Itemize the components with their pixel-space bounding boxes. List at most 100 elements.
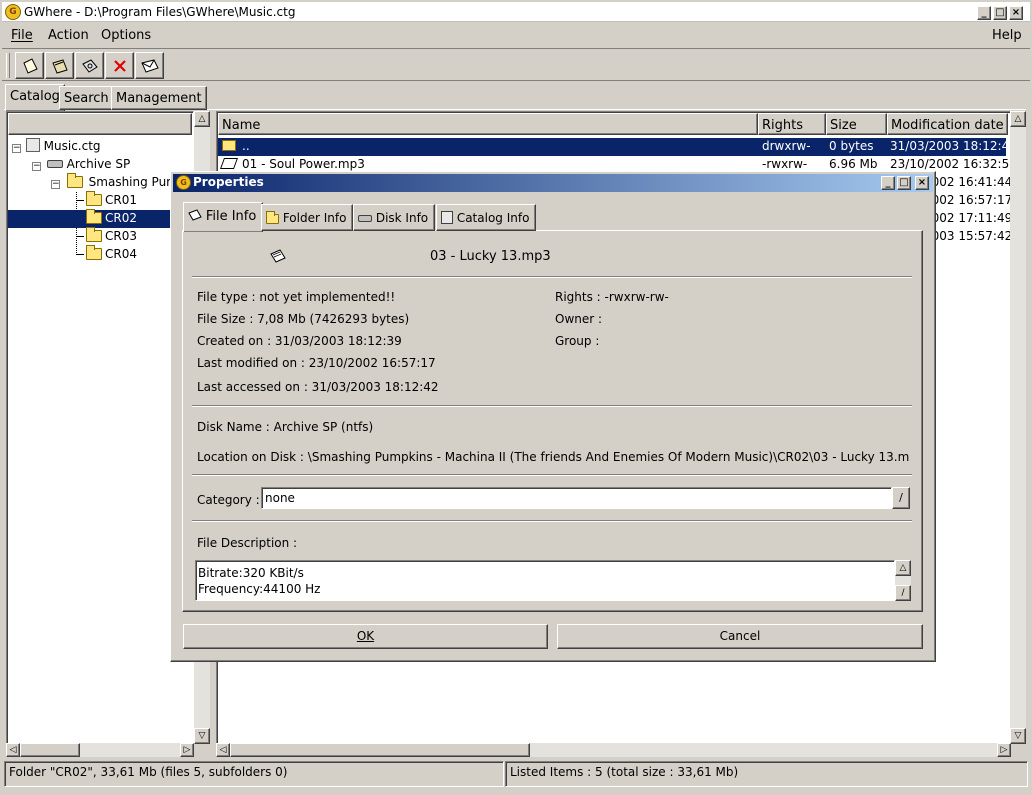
open-catalog-button[interactable]: [45, 52, 74, 79]
tab-label: File Info: [205, 209, 257, 224]
close-catalog-button[interactable]: [105, 52, 134, 79]
menu-help[interactable]: Help: [992, 28, 1022, 43]
tab-file-info[interactable]: File Info: [183, 202, 264, 232]
folder-icon: [266, 211, 279, 224]
ok-label: OK: [356, 629, 375, 643]
collapse-icon[interactable]: −: [32, 162, 41, 171]
properties-button[interactable]: [135, 52, 164, 79]
catalog-file-icon: [25, 138, 40, 152]
file-name: 03 - Lucky 13.mp3: [430, 249, 551, 264]
scroll-up-icon[interactable]: △: [194, 111, 210, 127]
app-icon: G: [176, 175, 191, 190]
window-title: GWhere - D:\Program Files\GWhere\Music.c…: [24, 5, 296, 19]
disk-name: Disk Name : Archive SP (ntfs): [197, 420, 374, 434]
dialog-minimize-button[interactable]: _: [881, 176, 895, 190]
dialog-maximize-button[interactable]: □: [897, 176, 911, 190]
tree-line: [76, 236, 84, 237]
col-header-size[interactable]: Size: [826, 113, 887, 135]
folder-icon: [86, 209, 102, 224]
file-group: Group :: [555, 334, 600, 348]
tab-catalog-info[interactable]: Catalog Info: [436, 204, 537, 231]
last-modified: Last modified on : 23/10/2002 16:57:17: [197, 356, 436, 370]
scroll-left-icon[interactable]: ◁: [6, 743, 20, 757]
col-header-rights[interactable]: Rights: [758, 113, 826, 135]
list-hscrollbar[interactable]: ◁ ▷: [216, 743, 1011, 757]
open-catalog-icon: [51, 58, 68, 74]
tree-label: CR02: [105, 211, 137, 225]
dialog-close-button[interactable]: ×: [915, 176, 929, 190]
disk-location: Location on Disk : \Smashing Pumpkins - …: [197, 450, 909, 464]
catalog-icon: [441, 211, 453, 224]
scroll-down-icon[interactable]: /: [895, 585, 911, 601]
scroll-down-icon[interactable]: ▽: [194, 728, 210, 744]
tree-item-cr03[interactable]: CR03: [86, 227, 137, 246]
menu-options[interactable]: Options: [101, 28, 151, 43]
disk-icon: [46, 160, 63, 168]
last-accessed: Last accessed on : 31/03/2003 18:12:42: [197, 380, 439, 394]
tab-management[interactable]: Management: [111, 86, 207, 110]
scroll-up-icon[interactable]: △: [895, 560, 911, 576]
tab-search[interactable]: Search: [59, 86, 114, 110]
folder-icon: [86, 191, 102, 206]
divider: [192, 276, 912, 278]
tree-item-cr02[interactable]: CR02: [86, 209, 137, 228]
menu-action[interactable]: Action: [48, 28, 89, 43]
tab-label: Catalog Info: [456, 211, 530, 225]
description-scrollbar[interactable]: △ /: [895, 560, 911, 601]
tab-disk-info[interactable]: Disk Info: [353, 204, 436, 231]
category-edit-button[interactable]: /: [892, 487, 910, 509]
col-header-name[interactable]: Name: [218, 113, 758, 135]
tree-item-disk[interactable]: − Archive SP: [32, 156, 130, 174]
tree-item-cr04[interactable]: CR04: [86, 245, 137, 264]
tree-label: Music.ctg: [43, 139, 101, 153]
divider: [192, 405, 912, 407]
close-window-button[interactable]: ×: [1009, 6, 1023, 20]
file-date: 2002 16:57:17: [924, 193, 1013, 207]
maximize-button[interactable]: □: [993, 6, 1007, 20]
scroll-thumb[interactable]: [230, 743, 530, 757]
file-row-selected[interactable]: .. drwxrw- 0 bytes 31/03/2003 18:12:45: [218, 138, 1017, 156]
audio-file-icon: [219, 158, 239, 169]
tree-item-catalog[interactable]: − Music.ctg: [12, 138, 101, 156]
ok-button[interactable]: OK: [183, 624, 548, 649]
description-textarea[interactable]: Bitrate:320 KBit/s Frequency:44100 Hz: [195, 560, 895, 601]
cancel-button[interactable]: Cancel: [557, 624, 923, 649]
file-size: File Size : 7,08 Mb (7426293 bytes): [197, 312, 410, 326]
file-date: 2002 16:41:44: [924, 175, 1013, 189]
tree-label: Smashing Pur: [88, 175, 172, 189]
status-right: Listed Items : 5 (total size : 33,61 Mb): [505, 761, 1028, 787]
category-value: none: [265, 491, 295, 505]
col-header-date[interactable]: Modification date: [887, 113, 1008, 135]
minimize-button[interactable]: _: [977, 6, 991, 20]
tree-line: [76, 254, 84, 255]
collapse-icon[interactable]: −: [51, 180, 60, 189]
list-vscrollbar[interactable]: △ ▽: [1010, 111, 1026, 744]
save-catalog-icon: [81, 58, 98, 73]
menu-bar: File Action Options Help: [2, 23, 1030, 49]
tree-header: [8, 113, 192, 135]
file-rights: Rights : -rwxrw-rw-: [555, 290, 669, 304]
scroll-up-icon[interactable]: △: [1010, 111, 1026, 127]
tree-hscrollbar[interactable]: ◁ ▷: [6, 743, 194, 757]
category-field[interactable]: none: [261, 487, 892, 509]
tab-catalog[interactable]: Catalog: [5, 84, 65, 111]
folder-icon: [86, 227, 102, 242]
menu-file[interactable]: File: [11, 28, 33, 43]
scroll-left-icon[interactable]: ◁: [216, 743, 230, 757]
file-name: ..: [242, 139, 250, 153]
tree-line: [76, 200, 84, 201]
save-catalog-button[interactable]: [75, 52, 104, 79]
scroll-down-icon[interactable]: ▽: [1010, 728, 1026, 744]
file-rights: drwxrw-: [762, 139, 811, 153]
tab-folder-info[interactable]: Folder Info: [261, 204, 354, 231]
scroll-right-icon[interactable]: ▷: [997, 743, 1011, 757]
tree-item-cr01[interactable]: CR01: [86, 191, 137, 210]
divider: [192, 474, 912, 476]
scroll-right-icon[interactable]: ▷: [180, 743, 194, 757]
file-name: 01 - Soul Power.mp3: [242, 157, 365, 171]
new-catalog-button[interactable]: [15, 52, 44, 79]
file-date: 23/10/2002 16:32:53: [890, 157, 1017, 171]
scroll-thumb[interactable]: [20, 743, 80, 757]
collapse-icon[interactable]: −: [12, 144, 21, 153]
tree-item-folder-root[interactable]: − Smashing Pur: [51, 173, 172, 192]
